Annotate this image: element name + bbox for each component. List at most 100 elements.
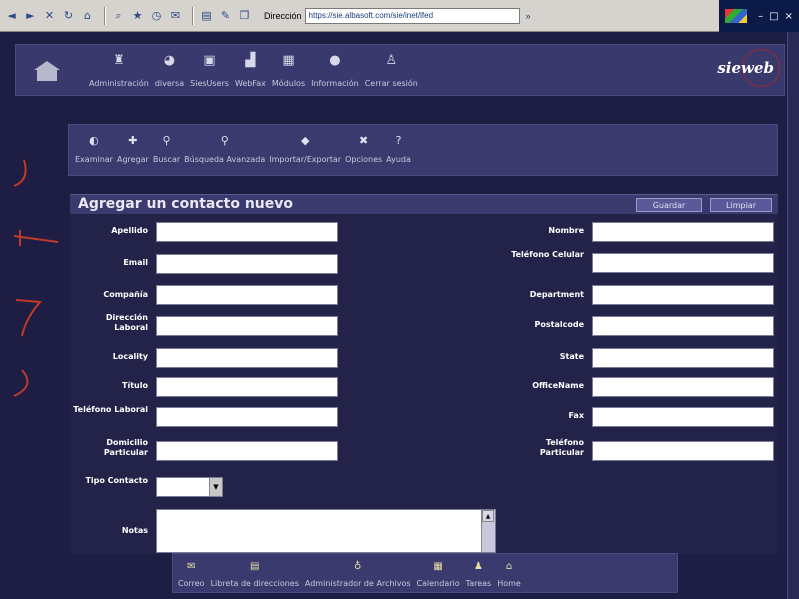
browse-icon: ◐: [89, 133, 99, 147]
clear-button[interactable]: Limpiar: [710, 198, 772, 212]
left-decoration: [13, 159, 59, 397]
bottom-nav: ✉ Correo ▤ Libreta de direcciones ♁ Admi…: [175, 559, 524, 589]
address-label: Dirección: [264, 10, 302, 21]
globe-icon: ◕: [163, 52, 176, 68]
page-scrollbar[interactable]: [787, 32, 799, 599]
history-icon[interactable]: ◷: [149, 8, 164, 23]
scroll-up-icon[interactable]: ▲: [482, 510, 494, 522]
maximize-icon[interactable]: □: [769, 11, 778, 22]
fax-icon: ▟: [245, 52, 256, 68]
nombre-field[interactable]: [592, 222, 774, 242]
info-icon: ●: [329, 52, 341, 68]
back-icon[interactable]: ◄: [4, 8, 19, 23]
tab-ayuda[interactable]: ? Ayuda: [384, 133, 413, 165]
calendar-icon: ▦: [433, 560, 443, 572]
top-nav-item-admin[interactable]: ♜ Administración: [86, 51, 152, 89]
tasks-icon: ♟: [473, 560, 483, 572]
tipo-contacto-select[interactable]: ▼: [156, 477, 223, 497]
home-browser-icon[interactable]: ⌂: [80, 8, 95, 23]
compania-field[interactable]: [156, 285, 338, 305]
notas-textarea[interactable]: ▲: [156, 509, 496, 553]
minimize-icon[interactable]: –: [758, 11, 763, 22]
direccion-laboral-field[interactable]: [156, 316, 338, 336]
address-input[interactable]: https://sie.albasoft.com/sie/inet/lfed: [304, 7, 520, 24]
home-icon: ⌂: [505, 560, 513, 572]
chevron-down-icon[interactable]: ▼: [209, 478, 222, 496]
field-label: Notas: [121, 526, 148, 535]
contacts-nav: ◐ Examinar ✚ Agregar ⚲ Buscar ⚲ Búsqueda…: [73, 133, 413, 165]
field-label: Domicilio Particular: [103, 438, 148, 457]
department-field[interactable]: [592, 285, 774, 305]
state-field[interactable]: [592, 348, 774, 368]
print-icon[interactable]: ▤: [199, 8, 214, 23]
field-label: Teléfono Celular: [511, 250, 584, 259]
app-window: ◄ ► ✕ ↻ ⌂ ⌕ ★ ◷ ✉ ▤ ✎ ❐ Dirección https:…: [0, 0, 799, 599]
top-nav-item-diversa[interactable]: ◕ diversa: [152, 51, 187, 89]
bottom-nav-correo[interactable]: ✉ Correo: [175, 559, 208, 589]
windows-logo-icon: [725, 9, 747, 23]
stop-icon[interactable]: ✕: [42, 8, 57, 23]
mail-browser-icon[interactable]: ✉: [168, 8, 183, 23]
locality-field[interactable]: [156, 348, 338, 368]
bottom-nav-tareas[interactable]: ♟ Tareas: [463, 559, 495, 589]
close-icon[interactable]: ×: [785, 11, 793, 22]
save-button[interactable]: Guardar: [636, 198, 702, 212]
toolbar-separator: [104, 6, 106, 25]
tab-opciones[interactable]: ✖ Opciones: [343, 133, 384, 165]
top-nav-item-informacion[interactable]: ● Información: [308, 51, 362, 89]
officename-field[interactable]: [592, 377, 774, 397]
bottom-nav-archivos[interactable]: ♁ Administrador de Archivos: [302, 559, 414, 589]
toolbar-separator: [192, 6, 194, 25]
top-nav-item-modulos[interactable]: ▦ Módulos: [269, 51, 308, 89]
top-nav-item-siesusers[interactable]: ▣ SiesUsers: [187, 51, 232, 89]
scrollbar[interactable]: ▲: [481, 510, 495, 552]
brand-logo: sieweb: [717, 59, 774, 77]
modules-icon: ▦: [282, 52, 295, 68]
favorites-icon[interactable]: ★: [130, 8, 145, 23]
forward-icon[interactable]: ►: [23, 8, 38, 23]
bottom-nav-home[interactable]: ⌂ Home: [494, 559, 524, 589]
telefono-laboral-field[interactable]: [156, 407, 338, 427]
top-nav: ♜ Administración ◕ diversa ▣ SiesUsers ▟…: [86, 51, 421, 89]
search-browser-icon[interactable]: ⌕: [111, 8, 126, 23]
telefono-particular-field[interactable]: [592, 441, 774, 461]
tab-importar-exportar[interactable]: ◆ Importar/Exportar: [267, 133, 343, 165]
apellido-field[interactable]: [156, 222, 338, 242]
bottom-nav-calendario[interactable]: ▦ Calendario: [414, 559, 463, 589]
tab-buscar[interactable]: ⚲ Buscar: [151, 133, 182, 165]
app-header: ♜ Administración ◕ diversa ▣ SiesUsers ▟…: [15, 44, 785, 96]
field-label: Nombre: [548, 226, 584, 235]
field-label: Apellido: [111, 226, 148, 235]
fax-field[interactable]: [592, 407, 774, 427]
telefono-celular-field[interactable]: [592, 253, 774, 273]
postalcode-field[interactable]: [592, 316, 774, 336]
tab-busqueda-avanzada[interactable]: ⚲ Búsqueda Avanzada: [182, 133, 267, 165]
field-label: Tipo Contacto: [85, 476, 148, 485]
add-icon: ✚: [128, 133, 138, 147]
bottom-nav-libreta[interactable]: ▤ Libreta de direcciones: [208, 559, 302, 589]
contact-form: Apellido Email Compañía Dirección Labora…: [70, 214, 778, 554]
edit-icon[interactable]: ✎: [218, 8, 233, 23]
field-label: Teléfono Laboral: [73, 405, 148, 414]
file-manager-icon: ♁: [354, 560, 362, 572]
top-nav-item-webfax[interactable]: ▟ WebFax: [232, 51, 269, 89]
go-button[interactable]: »: [526, 11, 531, 21]
field-label: State: [559, 352, 584, 361]
field-label: Postalcode: [534, 320, 584, 329]
window-controls: – □ ×: [719, 0, 799, 32]
field-label: Department: [529, 290, 584, 299]
discuss-icon[interactable]: ❐: [237, 8, 252, 23]
top-nav-item-logout[interactable]: ♙ Cerrar sesión: [362, 51, 421, 89]
field-label: Compañía: [103, 290, 148, 299]
options-icon: ✖: [359, 133, 369, 147]
tab-examinar[interactable]: ◐ Examinar: [73, 133, 115, 165]
titulo-field[interactable]: [156, 377, 338, 397]
logout-icon: ♙: [385, 52, 398, 68]
field-label: Título: [122, 381, 148, 390]
home-icon[interactable]: [34, 61, 60, 81]
tab-agregar[interactable]: ✚ Agregar: [115, 133, 151, 165]
browser-toolbar: ◄ ► ✕ ↻ ⌂ ⌕ ★ ◷ ✉ ▤ ✎ ❐ Dirección https:…: [0, 0, 799, 32]
email-field[interactable]: [156, 254, 338, 274]
refresh-icon[interactable]: ↻: [61, 8, 76, 23]
domicilio-particular-field[interactable]: [156, 441, 338, 461]
